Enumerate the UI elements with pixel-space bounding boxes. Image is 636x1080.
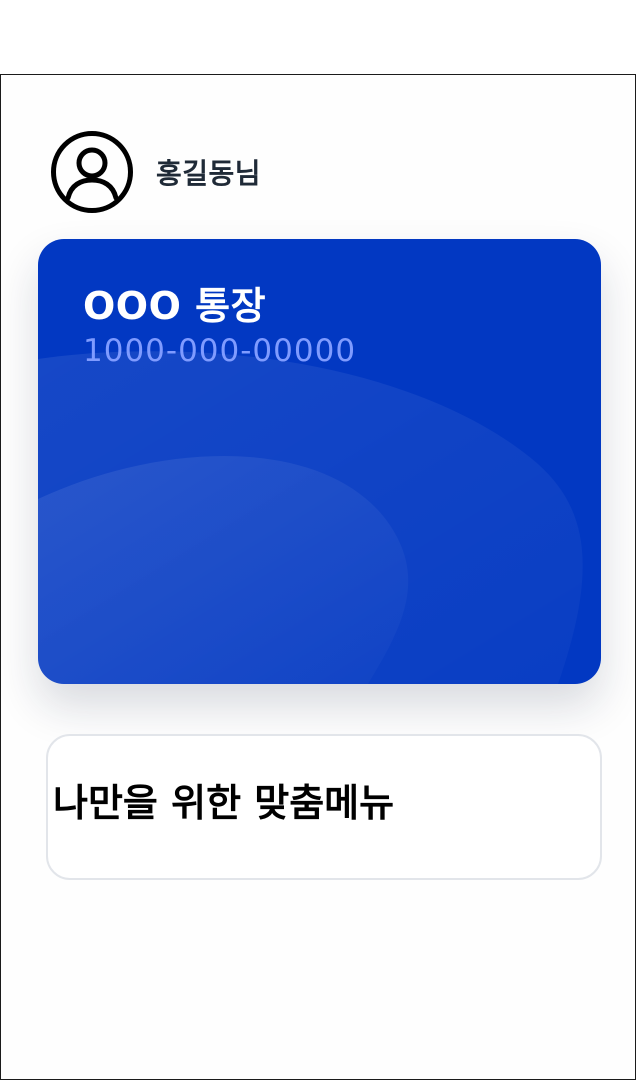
phone-frame: 홍길동님 OOO 통장 1000-000-00000 나만을 위한 맞춤메뉴 bbox=[0, 74, 636, 1080]
app-screen: 홍길동님 OOO 통장 1000-000-00000 나만을 위한 맞춤메뉴 bbox=[0, 0, 636, 1080]
custom-menu-card[interactable]: 나만을 위한 맞춤메뉴 bbox=[46, 734, 602, 880]
profile-header[interactable]: 홍길동님 bbox=[50, 130, 261, 214]
user-circle-icon[interactable] bbox=[50, 130, 134, 214]
account-title: OOO 통장 bbox=[83, 284, 267, 328]
user-name: 홍길동님 bbox=[156, 157, 262, 190]
custom-menu-title: 나만을 위한 맞춤메뉴 bbox=[53, 781, 395, 825]
account-card[interactable]: OOO 통장 1000-000-00000 bbox=[38, 239, 601, 684]
account-number: 1000-000-00000 bbox=[83, 333, 357, 369]
